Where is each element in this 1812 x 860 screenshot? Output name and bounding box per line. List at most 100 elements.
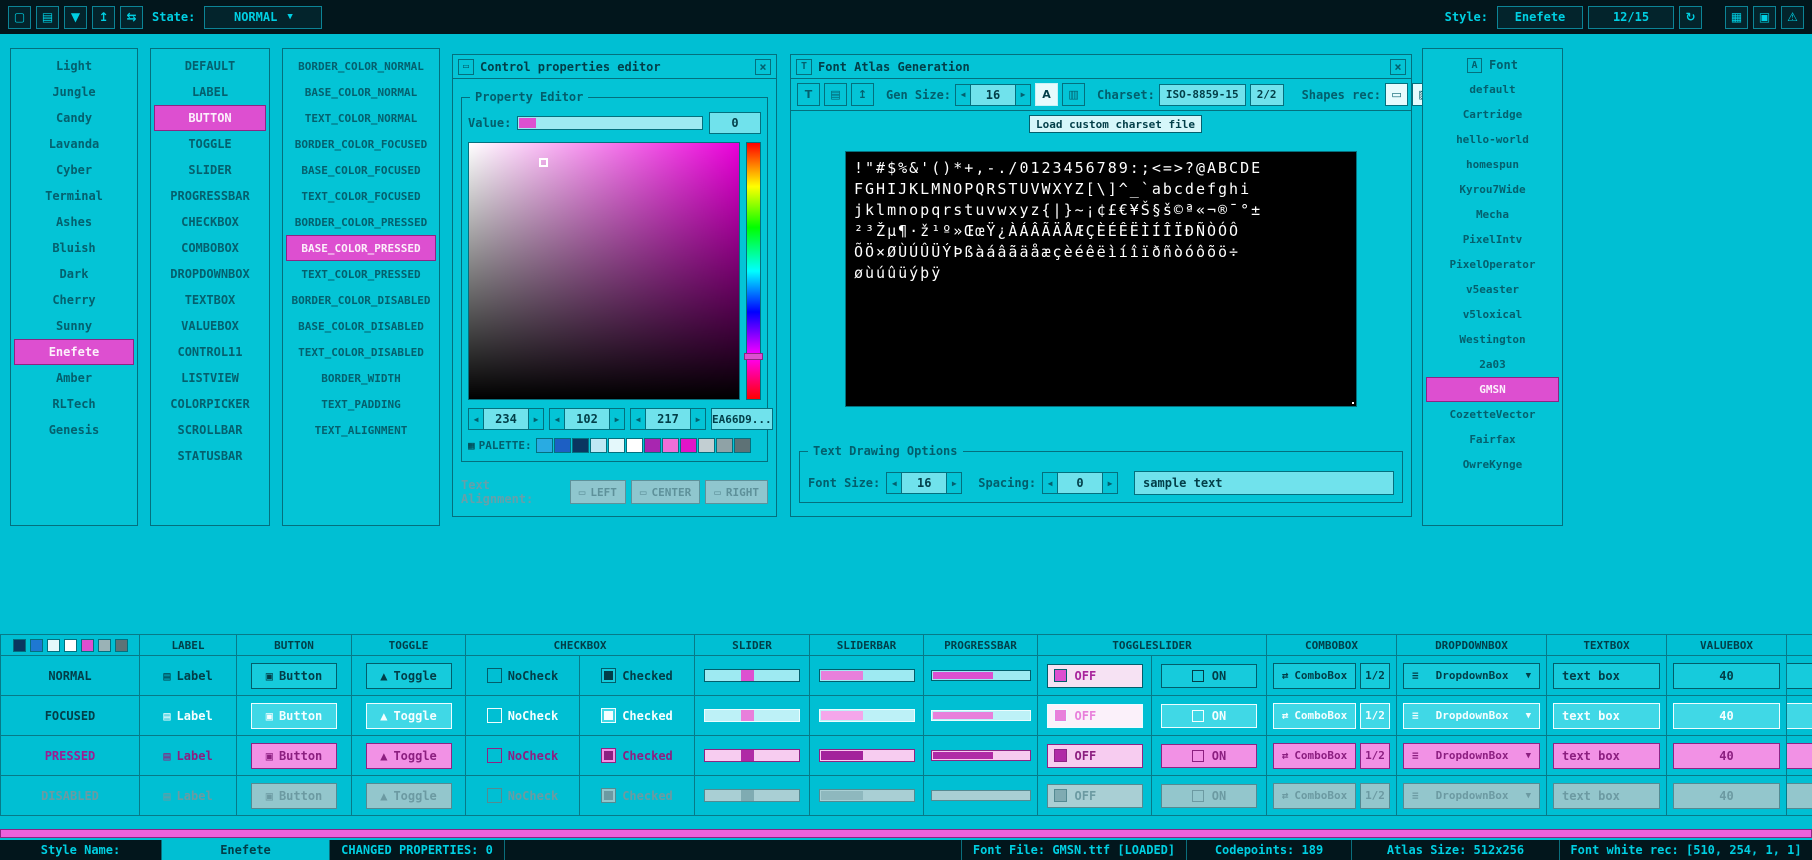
toggleslider-off-preview[interactable]: OFF xyxy=(1047,664,1143,688)
checkbox-checked-icon[interactable] xyxy=(601,748,616,763)
control-list-item[interactable]: VALUEBOX xyxy=(154,313,266,339)
property-list-item[interactable]: BORDER_COLOR_NORMAL xyxy=(286,53,436,79)
control-type-list[interactable]: DEFAULTLABELBUTTONTOGGLESLIDERPROGRESSBA… xyxy=(150,48,270,526)
button-preview[interactable]: ▣Button xyxy=(251,663,337,689)
combobox-count[interactable]: 1/2 xyxy=(1360,663,1390,689)
checkbox-checked-icon[interactable] xyxy=(601,708,616,723)
font-list-item[interactable]: Westington xyxy=(1426,327,1559,352)
value-box[interactable]: 0 xyxy=(709,112,761,134)
gen-size-value[interactable]: 16 xyxy=(971,84,1015,106)
green-increment-icon[interactable]: ▶ xyxy=(609,408,625,430)
slider-preview[interactable] xyxy=(704,709,800,722)
property-list-item[interactable]: BORDER_COLOR_FOCUSED xyxy=(286,131,436,157)
combobox-preview[interactable]: ⇄ComboBox xyxy=(1273,703,1356,729)
property-list-item[interactable]: BASE_COLOR_NORMAL xyxy=(286,79,436,105)
export-style-icon[interactable]: ↥ xyxy=(92,6,115,29)
red-increment-icon[interactable]: ▶ xyxy=(528,408,544,430)
spacing-value[interactable]: 0 xyxy=(1058,472,1102,494)
sliderbar-preview[interactable] xyxy=(819,749,915,762)
blue-increment-icon[interactable]: ▶ xyxy=(690,408,706,430)
slider-handle[interactable] xyxy=(741,670,754,681)
property-list-item[interactable]: TEXT_COLOR_DISABLED xyxy=(286,339,436,365)
green-decrement-icon[interactable]: ◀ xyxy=(549,408,565,430)
font-list-item[interactable]: PixelOperator xyxy=(1426,252,1559,277)
property-list[interactable]: BORDER_COLOR_NORMALBASE_COLOR_NORMALTEXT… xyxy=(282,48,440,526)
hex-value-box[interactable]: EA66D9... xyxy=(711,408,773,430)
charset-value-box[interactable]: ISO-8859-15 xyxy=(1159,84,1246,106)
control-list-item[interactable]: TEXTBOX xyxy=(154,287,266,313)
property-list-item[interactable]: BORDER_WIDTH xyxy=(286,365,436,391)
font-list-item[interactable]: Mecha xyxy=(1426,202,1559,227)
checkbox-unchecked-preview[interactable]: NoCheck xyxy=(487,668,559,683)
color-swatch[interactable] xyxy=(98,639,111,652)
new-file-icon[interactable]: ▢ xyxy=(8,6,31,29)
valuebox-preview[interactable]: 40 xyxy=(1673,663,1780,689)
style-list-item[interactable]: Enefete xyxy=(14,339,134,365)
font-list-panel[interactable]: A Font defaultCartridgehello-worldhomesp… xyxy=(1422,48,1563,526)
checkbox-checked-preview[interactable]: Checked xyxy=(601,748,673,763)
font-list-item[interactable]: homespun xyxy=(1426,152,1559,177)
color-swatch[interactable] xyxy=(115,639,128,652)
font-list-item[interactable]: v5loxical xyxy=(1426,302,1559,327)
toggle-knob[interactable] xyxy=(1192,670,1204,682)
red-decrement-icon[interactable]: ◀ xyxy=(468,408,484,430)
color-swatch[interactable] xyxy=(572,438,589,453)
control-list-item[interactable]: SCROLLBAR xyxy=(154,417,266,443)
property-list-item[interactable]: BASE_COLOR_PRESSED xyxy=(286,235,436,261)
font-size-increment-icon[interactable]: ▶ xyxy=(946,472,962,494)
color-swatch[interactable] xyxy=(716,438,733,453)
control-list-item[interactable]: PROGRESSBAR xyxy=(154,183,266,209)
property-list-item[interactable]: TEXT_PADDING xyxy=(286,391,436,417)
textbox-preview[interactable]: text box xyxy=(1553,663,1660,689)
color-swatch[interactable] xyxy=(626,438,643,453)
font-size-decrement-icon[interactable]: ◀ xyxy=(886,472,902,494)
checkbox-unchecked-preview[interactable]: NoCheck xyxy=(487,748,559,763)
color-saturation-panel[interactable] xyxy=(468,142,740,400)
red-value[interactable]: 234 xyxy=(484,408,528,430)
property-list-item[interactable]: TEXT_ALIGNMENT xyxy=(286,417,436,443)
checkbox-icon[interactable] xyxy=(487,668,502,683)
color-swatch[interactable] xyxy=(13,639,26,652)
property-list-item[interactable]: TEXT_COLOR_NORMAL xyxy=(286,105,436,131)
hue-handle[interactable] xyxy=(744,353,763,360)
sliderbar-preview[interactable] xyxy=(819,709,915,722)
gen-size-decrement-icon[interactable]: ◀ xyxy=(955,84,971,106)
color-swatch[interactable] xyxy=(554,438,571,453)
dropdownbox-preview[interactable]: ≡DropdownBox▼ xyxy=(1403,703,1540,729)
checkbox-icon[interactable] xyxy=(487,708,502,723)
open-file-icon[interactable]: ▤ xyxy=(36,6,59,29)
toggle-preview[interactable]: ▲Toggle xyxy=(366,663,452,689)
style-list-item[interactable]: Ashes xyxy=(14,209,134,235)
style-list-item[interactable]: Cyber xyxy=(14,157,134,183)
font-list-item[interactable]: OwreKynge xyxy=(1426,452,1559,477)
button-preview[interactable]: ▣Button xyxy=(251,703,337,729)
color-swatch[interactable] xyxy=(47,639,60,652)
style-list-item[interactable]: Dark xyxy=(14,261,134,287)
blue-value[interactable]: 217 xyxy=(646,408,690,430)
toggle-knob[interactable] xyxy=(1192,750,1204,762)
valuebox-preview[interactable]: 40 xyxy=(1673,703,1780,729)
close-icon[interactable]: × xyxy=(755,59,771,75)
control-list-item[interactable]: DROPDOWNBOX xyxy=(154,261,266,287)
color-selector[interactable] xyxy=(539,158,548,167)
align-left-button[interactable]: ▭ LEFT xyxy=(570,480,626,504)
about-icon[interactable]: ⚠ xyxy=(1781,6,1804,29)
sliderbar-preview[interactable] xyxy=(819,669,915,682)
combobox-preview[interactable]: ⇄ComboBox xyxy=(1273,743,1356,769)
color-swatch[interactable] xyxy=(81,639,94,652)
reload-style-icon[interactable]: ↻ xyxy=(1679,6,1702,29)
color-swatch[interactable] xyxy=(30,639,43,652)
color-swatch[interactable] xyxy=(680,438,697,453)
control-list-item[interactable]: SLIDER xyxy=(154,157,266,183)
style-list-item[interactable]: Terminal xyxy=(14,183,134,209)
font-list-item[interactable]: hello-world xyxy=(1426,127,1559,152)
horizontal-scrollbar[interactable] xyxy=(0,829,1812,838)
dropdownbox-preview[interactable]: ≡DropdownBox▼ xyxy=(1403,663,1540,689)
checkbox-checked-preview[interactable]: Checked xyxy=(601,708,673,723)
toggle-knob[interactable] xyxy=(1054,709,1067,722)
font-list-item[interactable]: default xyxy=(1426,77,1559,102)
button-preview[interactable]: ▣Button xyxy=(251,743,337,769)
toggleslider-on-preview[interactable]: ON xyxy=(1161,744,1257,768)
toggleslider-off-preview[interactable]: OFF xyxy=(1047,744,1143,768)
control-list-item[interactable]: BUTTON xyxy=(154,105,266,131)
